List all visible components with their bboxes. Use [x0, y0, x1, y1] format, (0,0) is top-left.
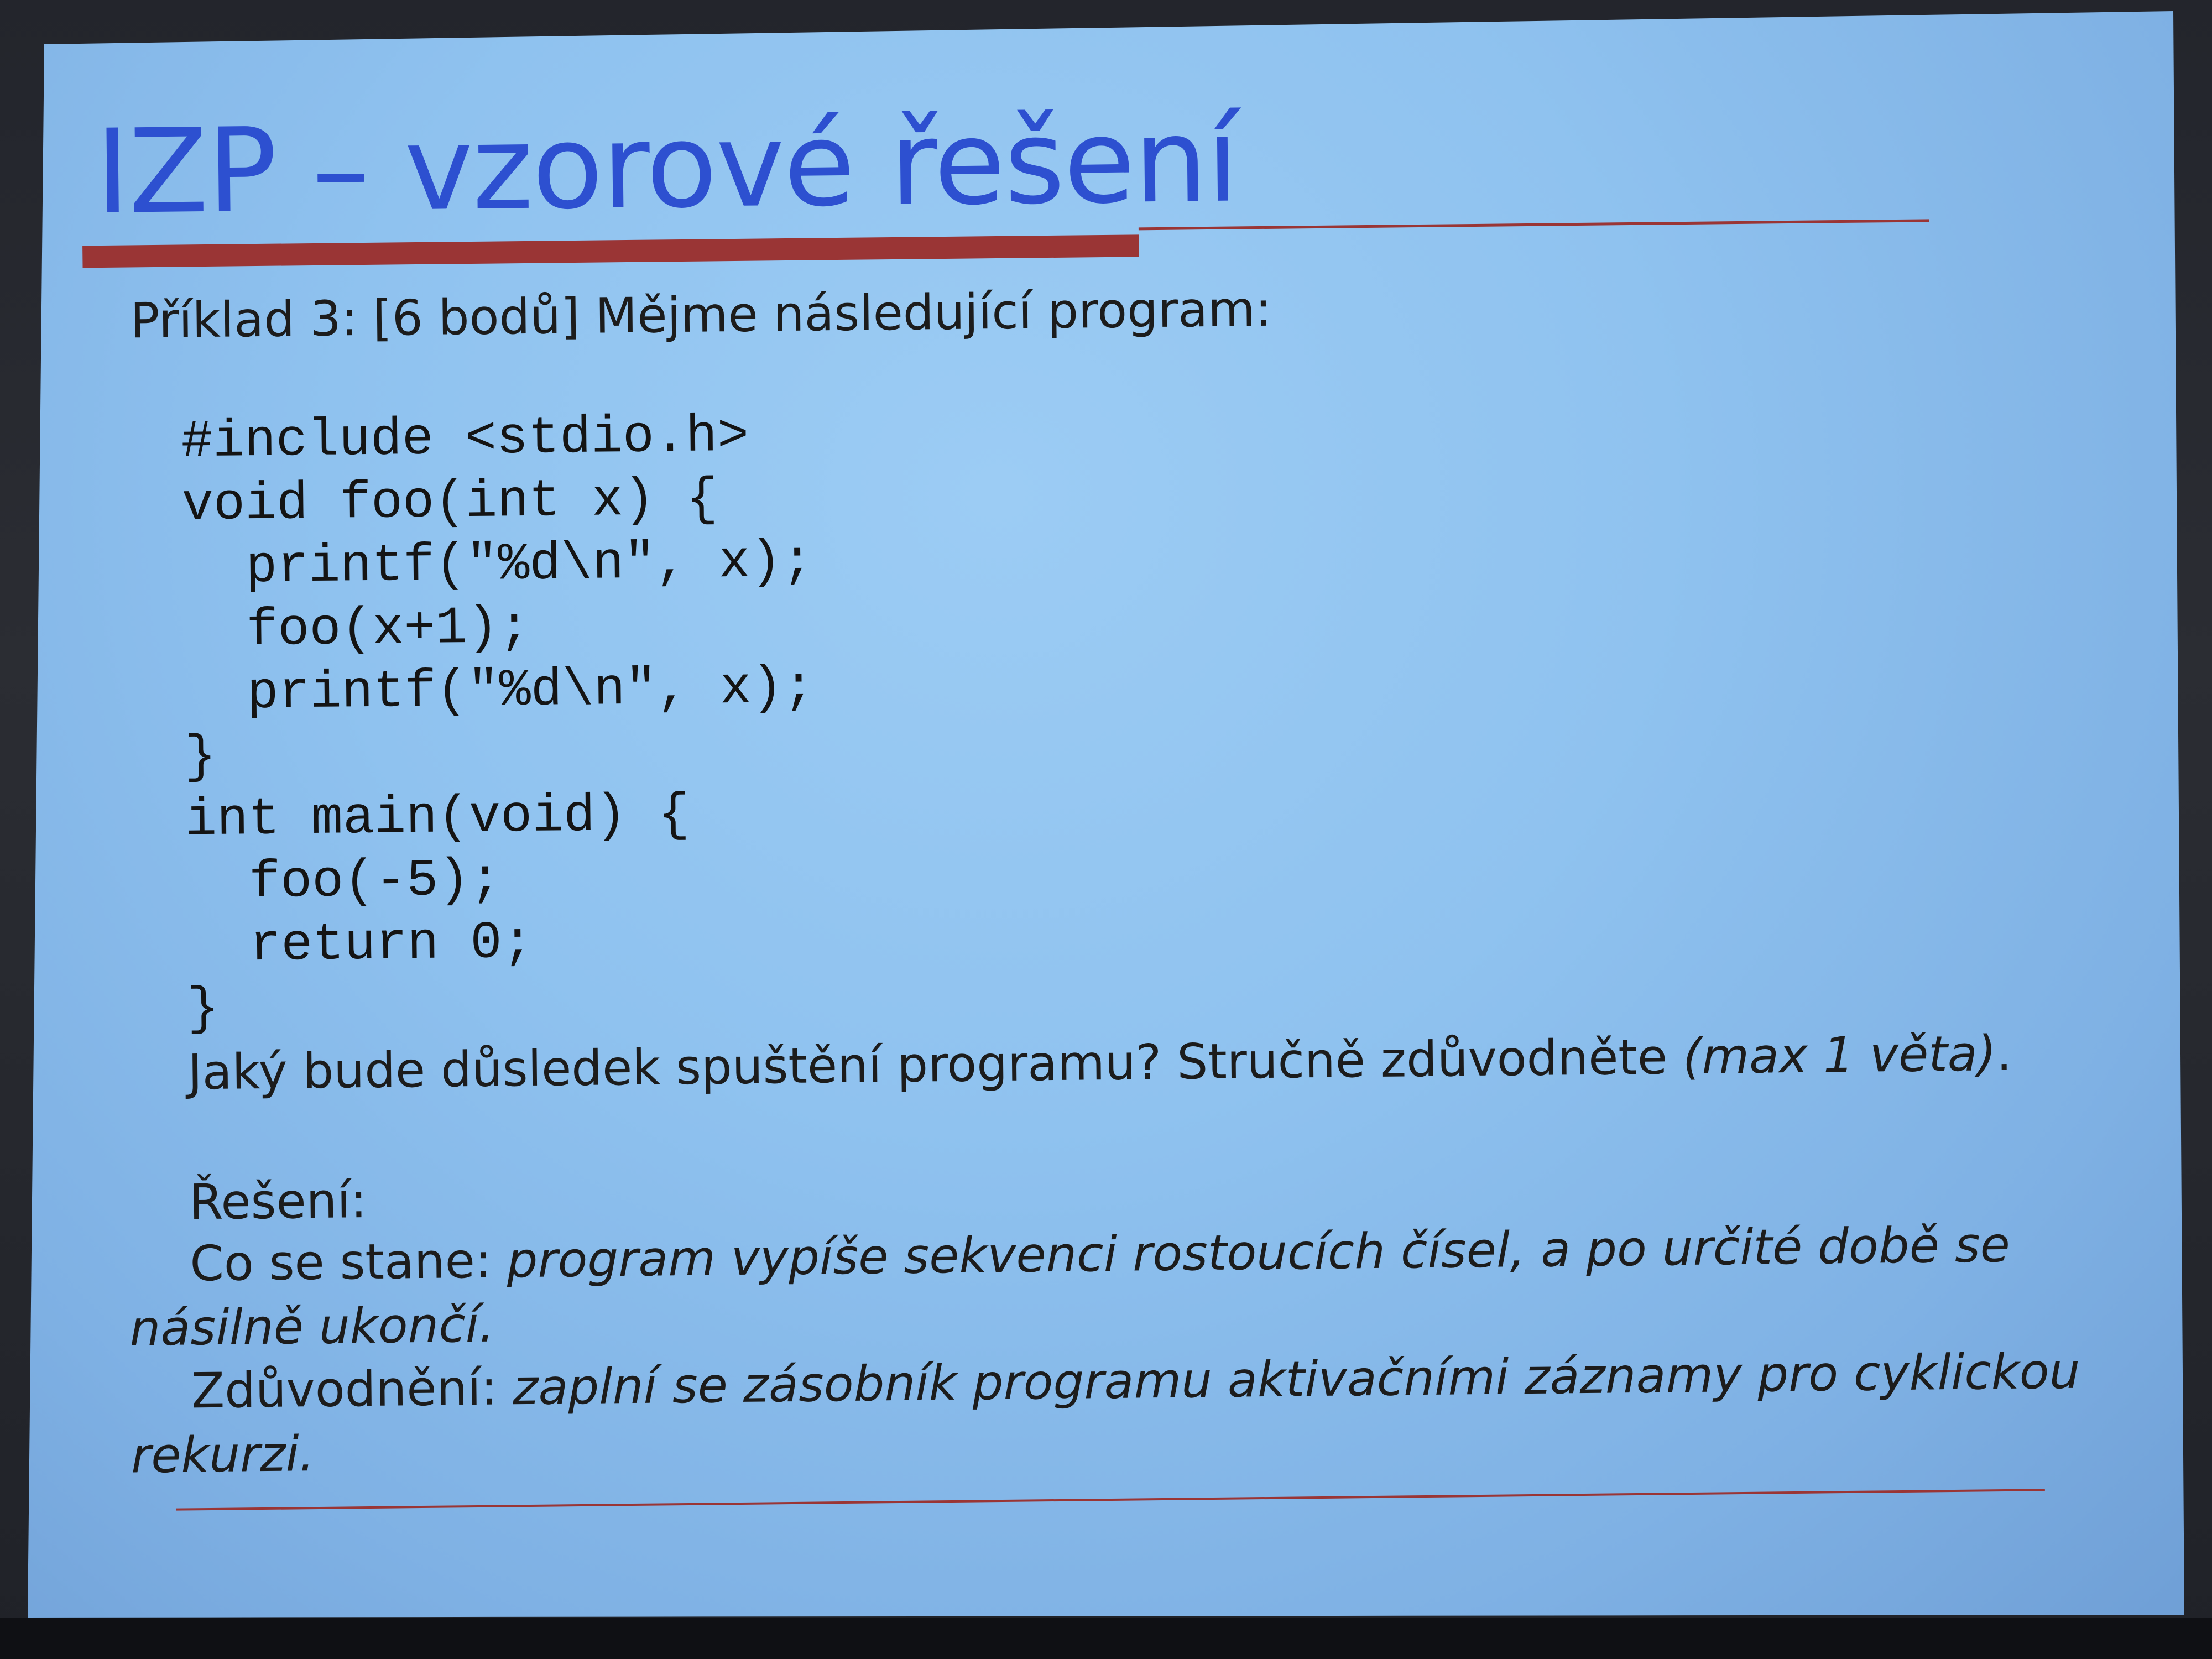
- code-line: }: [187, 979, 220, 1040]
- slide-title: IZP – vzorové řešení: [95, 92, 1239, 241]
- justification-label: Zdůvodnění:: [191, 1359, 513, 1420]
- what-happens-label: Co se stane:: [189, 1232, 507, 1292]
- projected-slide: IZP – vzorové řešení Příklad 3: [6 bodů]…: [28, 11, 2184, 1618]
- question-end: .: [1996, 1024, 2012, 1082]
- photo-of-projected-slide: IZP – vzorové řešení Příklad 3: [6 bodů]…: [0, 0, 2212, 1659]
- bottom-divider-line: [176, 1489, 2045, 1511]
- code-line: foo(x+1);: [182, 597, 531, 661]
- code-line: int main(void) {: [185, 785, 690, 851]
- code-line: printf("%d\n", x);: [184, 658, 815, 724]
- question-text: Jaký bude důsledek spuštění programu? St…: [187, 1028, 1683, 1101]
- code-line: return 0;: [186, 912, 534, 977]
- question-emphasis: (max 1 věta): [1682, 1025, 1997, 1086]
- slide-content: IZP – vzorové řešení Příklad 3: [6 bodů]…: [28, 11, 2184, 1618]
- code-line: }: [184, 727, 217, 787]
- exercise-intro: Příklad 3: [6 bodů] Mějme následující pr…: [129, 280, 1272, 349]
- code-line: void foo(int x) {: [181, 469, 718, 535]
- solution-heading: Řešení:: [189, 1172, 367, 1231]
- code-line: #include <stdio.h>: [181, 406, 749, 472]
- code-line: foo(-5);: [185, 850, 502, 914]
- title-underline-line: [1138, 219, 1929, 231]
- title-underline-bar: [82, 234, 1139, 268]
- code-line: printf("%d\n", x);: [182, 531, 813, 598]
- solution-justification: Zdůvodnění: zaplní se zásobník programu …: [130, 1339, 2100, 1488]
- screen-bottom-edge: [0, 1618, 2212, 1659]
- code-block: #include <stdio.h> void foo(int x) { pri…: [181, 404, 818, 1041]
- solution-what-happens: Co se stane: program vypíše sekvenci ros…: [129, 1212, 2099, 1360]
